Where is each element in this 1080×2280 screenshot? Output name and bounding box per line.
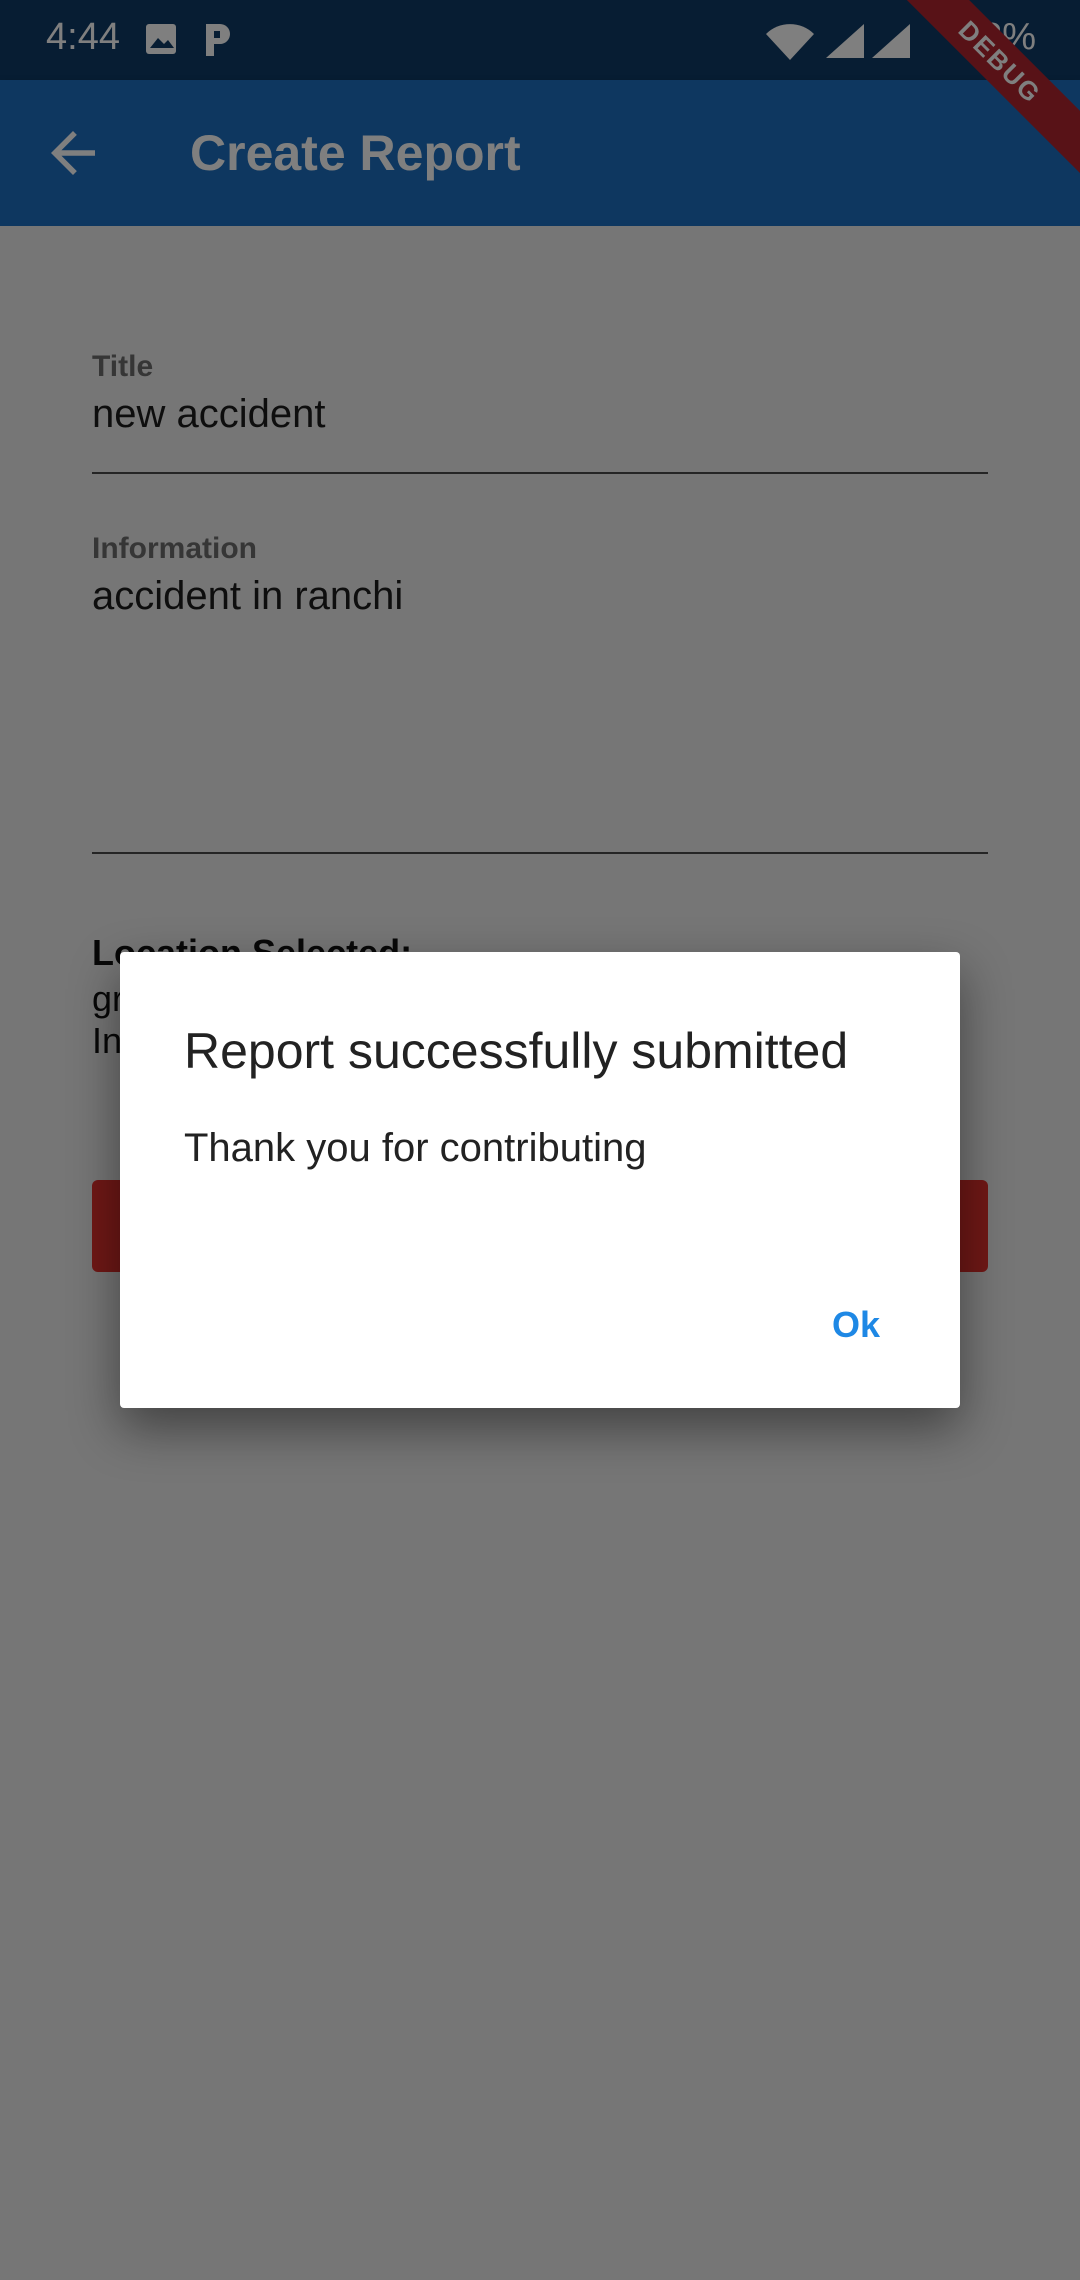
ok-button[interactable]: Ok: [820, 1300, 892, 1350]
dialog-message: Thank you for contributing: [184, 1126, 647, 1170]
success-dialog: Report successfully submitted Thank you …: [120, 952, 960, 1408]
dialog-title: Report successfully submitted: [184, 1023, 849, 1079]
